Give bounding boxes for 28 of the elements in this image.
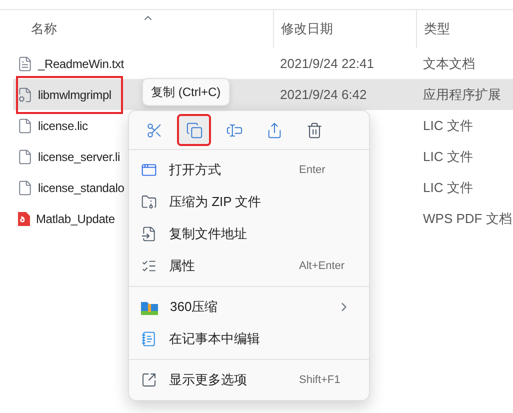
menu-label: 打开方式 xyxy=(169,161,222,180)
file-type: LIC 文件 xyxy=(423,180,473,195)
file-type: 应用程序扩展 xyxy=(423,86,501,102)
menu-label: 复制文件地址 xyxy=(169,225,248,244)
file-name: _ReadmeWin.txt xyxy=(38,56,124,72)
shortcut-label: Alt+Enter xyxy=(299,258,346,274)
file-name: libmwlmgrimpl xyxy=(38,86,112,104)
file-name: license.lic xyxy=(38,118,88,134)
date-modified: 2021/9/24 6:42 xyxy=(280,86,367,102)
file-name: license_standalo xyxy=(38,180,124,196)
shortcut-label: Enter xyxy=(299,162,326,178)
date-modified: 2021/9/24 22:41 xyxy=(280,56,374,71)
menu-label: 压缩为 ZIP 文件 xyxy=(169,193,262,212)
menu-label: 在记事本中编辑 xyxy=(169,330,261,348)
file-name: Matlab_Update xyxy=(36,210,115,228)
file-type: LIC 文件 xyxy=(423,118,473,133)
column-header: 名称 xyxy=(31,20,57,38)
column-header: 修改日期 xyxy=(281,20,333,38)
menu-label: 显示更多选项 xyxy=(169,371,248,390)
menu-label: 360压缩 xyxy=(170,298,219,316)
column-header: 类型 xyxy=(424,20,450,38)
file-name: license_server.li xyxy=(38,148,120,166)
file-type: 文本文档 xyxy=(423,56,475,71)
shortcut-label: Shift+F1 xyxy=(299,372,342,388)
menu-label: 属性 xyxy=(169,257,196,276)
file-type: WPS PDF 文档 xyxy=(423,210,512,226)
file-type: LIC 文件 xyxy=(423,148,473,164)
tooltip: 复制 (Ctrl+C) xyxy=(142,78,230,106)
